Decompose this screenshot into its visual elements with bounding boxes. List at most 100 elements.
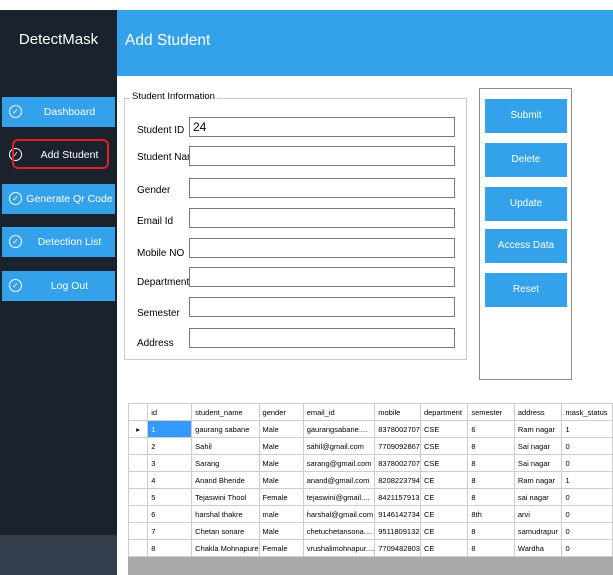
table-row[interactable]: 5 Tejaswini Thool Female tejaswini@gmail… [128,488,613,506]
cell-student-name[interactable]: gaurang sabane [191,420,260,438]
update-button[interactable]: Update [485,187,567,221]
cell-gender[interactable]: Male [258,420,304,438]
cell-department[interactable]: CSE [419,420,469,438]
cell-gender[interactable]: Female [258,539,304,557]
sidebar-item-log-out[interactable]: ✓ Log Out [2,271,115,301]
gender-input[interactable] [189,178,455,198]
cell-email-id[interactable]: harshal@gmail.com [302,505,376,523]
cell-semester[interactable]: 8 [467,437,515,455]
column-header-mobile[interactable]: mobile [374,403,421,421]
cell-mask-status[interactable]: 0 [561,522,613,540]
mobile-no-input[interactable] [189,238,455,258]
cell-student-name[interactable]: Anand Bhende [191,471,260,489]
cell-mask-status[interactable]: 0 [561,488,613,506]
students-grid[interactable]: id student_name gender email_id mobile d… [128,403,613,575]
cell-mask-status[interactable]: 0 [561,437,613,455]
student-name-input[interactable] [189,146,455,166]
table-row[interactable]: 7 Chetan sonare Male chetuchetansona....… [128,522,613,540]
cell-mobile[interactable]: 8378002707 [374,420,421,438]
column-header-mask-status[interactable]: mask_status [561,403,613,421]
cell-student-name[interactable]: Chetan sonare [191,522,260,540]
cell-email-id[interactable]: tejaswini@gmail.... [302,488,376,506]
cell-email-id[interactable]: sahil@gmail.com [302,437,376,455]
cell-mask-status[interactable]: 0 [561,505,613,523]
sidebar-item-generate-qr-code[interactable]: ✓ Generate Qr Code [2,184,115,214]
table-row[interactable]: ▸ 1 gaurang sabane Male gaurangsabane...… [128,420,613,438]
cell-address[interactable]: arvi [513,505,563,523]
email-id-input[interactable] [189,208,455,228]
column-header-semester[interactable]: semester [467,403,515,421]
column-header-student-name[interactable]: student_name [191,403,260,421]
cell-address[interactable]: Ram nagar [513,471,563,489]
cell-email-id[interactable]: sarang@gmail.com [302,454,376,472]
cell-id[interactable]: 2 [147,437,193,455]
reset-button[interactable]: Reset [485,273,567,307]
cell-gender[interactable]: Male [258,437,304,455]
cell-student-name[interactable]: Chakla Mohnapure [191,539,260,557]
sidebar-item-detection-list[interactable]: ✓ Detection List [2,227,115,257]
table-row[interactable]: 4 Anand Bhende Male anand@gmail.com 8208… [128,471,613,489]
table-row[interactable]: 2 Sahil Male sahil@gmail.com 7709092867 … [128,437,613,455]
cell-mobile[interactable]: 8208223794 [374,471,421,489]
cell-department[interactable]: CE [419,471,469,489]
cell-address[interactable]: Ram nagar [513,420,563,438]
cell-id[interactable]: 1 [147,420,193,438]
cell-semester[interactable]: 8 [467,454,515,472]
cell-student-name[interactable]: harshal thakre [191,505,260,523]
department-input[interactable] [189,267,455,287]
cell-email-id[interactable]: chetuchetansona.... [302,522,376,540]
access-data-button[interactable]: Access Data [485,229,567,263]
submit-button[interactable]: Submit [485,99,567,133]
column-header-address[interactable]: address [513,403,563,421]
semester-input[interactable] [189,297,455,317]
column-header-gender[interactable]: gender [258,403,304,421]
cell-mobile[interactable]: 9511809132 [374,522,421,540]
student-id-input[interactable] [189,117,455,137]
cell-address[interactable]: Wardha [513,539,563,557]
cell-email-id[interactable]: vrushalimohnapur.... [302,539,376,557]
cell-gender[interactable]: male [258,505,304,523]
cell-id[interactable]: 4 [147,471,193,489]
cell-id[interactable]: 5 [147,488,193,506]
cell-gender[interactable]: Female [258,488,304,506]
table-row[interactable]: 3 Sarang Male sarang@gmail.com 837800270… [128,454,613,472]
column-header-id[interactable]: id [147,403,193,421]
cell-department[interactable]: CE [419,539,469,557]
cell-semester[interactable]: 6 [467,420,515,438]
cell-semester[interactable]: 8 [467,522,515,540]
cell-id[interactable]: 7 [147,522,193,540]
cell-department[interactable]: CE [419,522,469,540]
table-row[interactable]: 6 harshal thakre male harshal@gmail.com … [128,505,613,523]
cell-gender[interactable]: Male [258,471,304,489]
cell-mobile[interactable]: 7709482803 [374,539,421,557]
cell-semester[interactable]: 8th [467,505,515,523]
cell-student-name[interactable]: Sarang [191,454,260,472]
cell-gender[interactable]: Male [258,522,304,540]
sidebar-item-dashboard[interactable]: ✓ Dashboard [2,97,115,127]
cell-mask-status[interactable]: 1 [561,420,613,438]
cell-mobile[interactable]: 7709092867 [374,437,421,455]
cell-student-name[interactable]: Tejaswini Thool [191,488,260,506]
cell-gender[interactable]: Male [258,454,304,472]
cell-department[interactable]: CE [419,505,469,523]
cell-mask-status[interactable]: 0 [561,454,613,472]
cell-address[interactable]: Sai nagar [513,454,563,472]
cell-mobile[interactable]: 8378002707 [374,454,421,472]
cell-mask-status[interactable]: 1 [561,471,613,489]
cell-id[interactable]: 3 [147,454,193,472]
cell-mask-status[interactable]: 0 [561,539,613,557]
cell-semester[interactable]: 8 [467,488,515,506]
table-row[interactable]: 8 Chakla Mohnapure Female vrushalimohnap… [128,539,613,557]
cell-semester[interactable]: 8 [467,471,515,489]
cell-department[interactable]: CSE [419,437,469,455]
cell-address[interactable]: samudrapur [513,522,563,540]
cell-semester[interactable]: 8 [467,539,515,557]
cell-department[interactable]: CE [419,488,469,506]
cell-student-name[interactable]: Sahil [191,437,260,455]
column-header-department[interactable]: department [419,403,469,421]
cell-email-id[interactable]: gaurangsabane.... [302,420,376,438]
cell-email-id[interactable]: anand@gmail.com [302,471,376,489]
column-header-email-id[interactable]: email_id [302,403,376,421]
cell-mobile[interactable]: 9146142734 [374,505,421,523]
cell-id[interactable]: 8 [147,539,193,557]
